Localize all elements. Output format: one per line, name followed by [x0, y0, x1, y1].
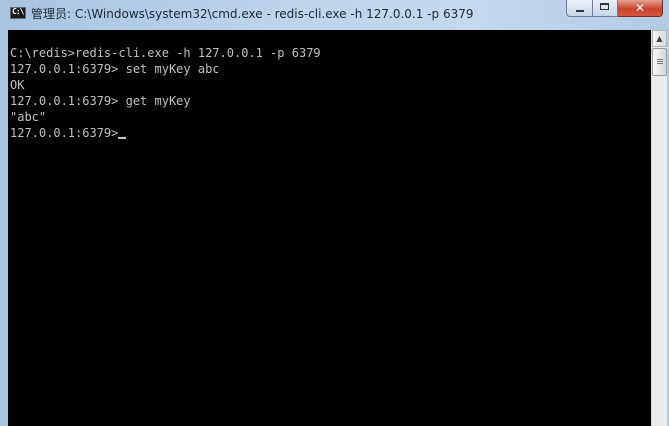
up-arrow-icon: ▲: [656, 34, 663, 43]
grip-icon: [657, 59, 663, 65]
cmd-icon-text: C:\: [12, 7, 24, 16]
text-cursor: [118, 137, 127, 139]
minimize-icon: [576, 10, 584, 12]
minimize-button[interactable]: [566, 0, 593, 17]
maximize-icon: [600, 3, 609, 10]
cmd-icon[interactable]: C:\: [10, 7, 26, 19]
console-prompt: 127.0.0.1:6379>: [10, 126, 119, 140]
console-prompt-line[interactable]: 127.0.0.1:6379>: [10, 125, 321, 141]
console-lines: C:\redis>redis-cli.exe -h 127.0.0.1 -p 6…: [10, 45, 321, 141]
scroll-thumb[interactable]: [652, 48, 667, 76]
cmd-window: C:\ 管理员: C:\Windows\system32\cmd.exe - r…: [0, 0, 669, 426]
console-line: 127.0.0.1:6379> set myKey abc: [10, 62, 220, 76]
window-title: 管理员: C:\Windows\system32\cmd.exe - redis…: [31, 7, 474, 21]
console-line: OK: [10, 78, 25, 92]
title-bar[interactable]: C:\ 管理员: C:\Windows\system32\cmd.exe - r…: [0, 0, 669, 26]
maximize-button[interactable]: [593, 0, 618, 17]
console-output[interactable]: C:\redis>redis-cli.exe -h 127.0.0.1 -p 6…: [8, 30, 651, 426]
close-icon: ✕: [634, 1, 646, 15]
console-line: C:\redis>redis-cli.exe -h 127.0.0.1 -p 6…: [10, 46, 321, 60]
console-line: "abc": [10, 110, 47, 124]
window-controls: ✕: [566, 0, 663, 18]
scroll-up-button[interactable]: ▲: [652, 30, 667, 47]
vertical-scrollbar[interactable]: ▲: [651, 30, 667, 426]
console-line: 127.0.0.1:6379> get myKey: [10, 94, 191, 108]
close-button[interactable]: ✕: [618, 0, 663, 17]
